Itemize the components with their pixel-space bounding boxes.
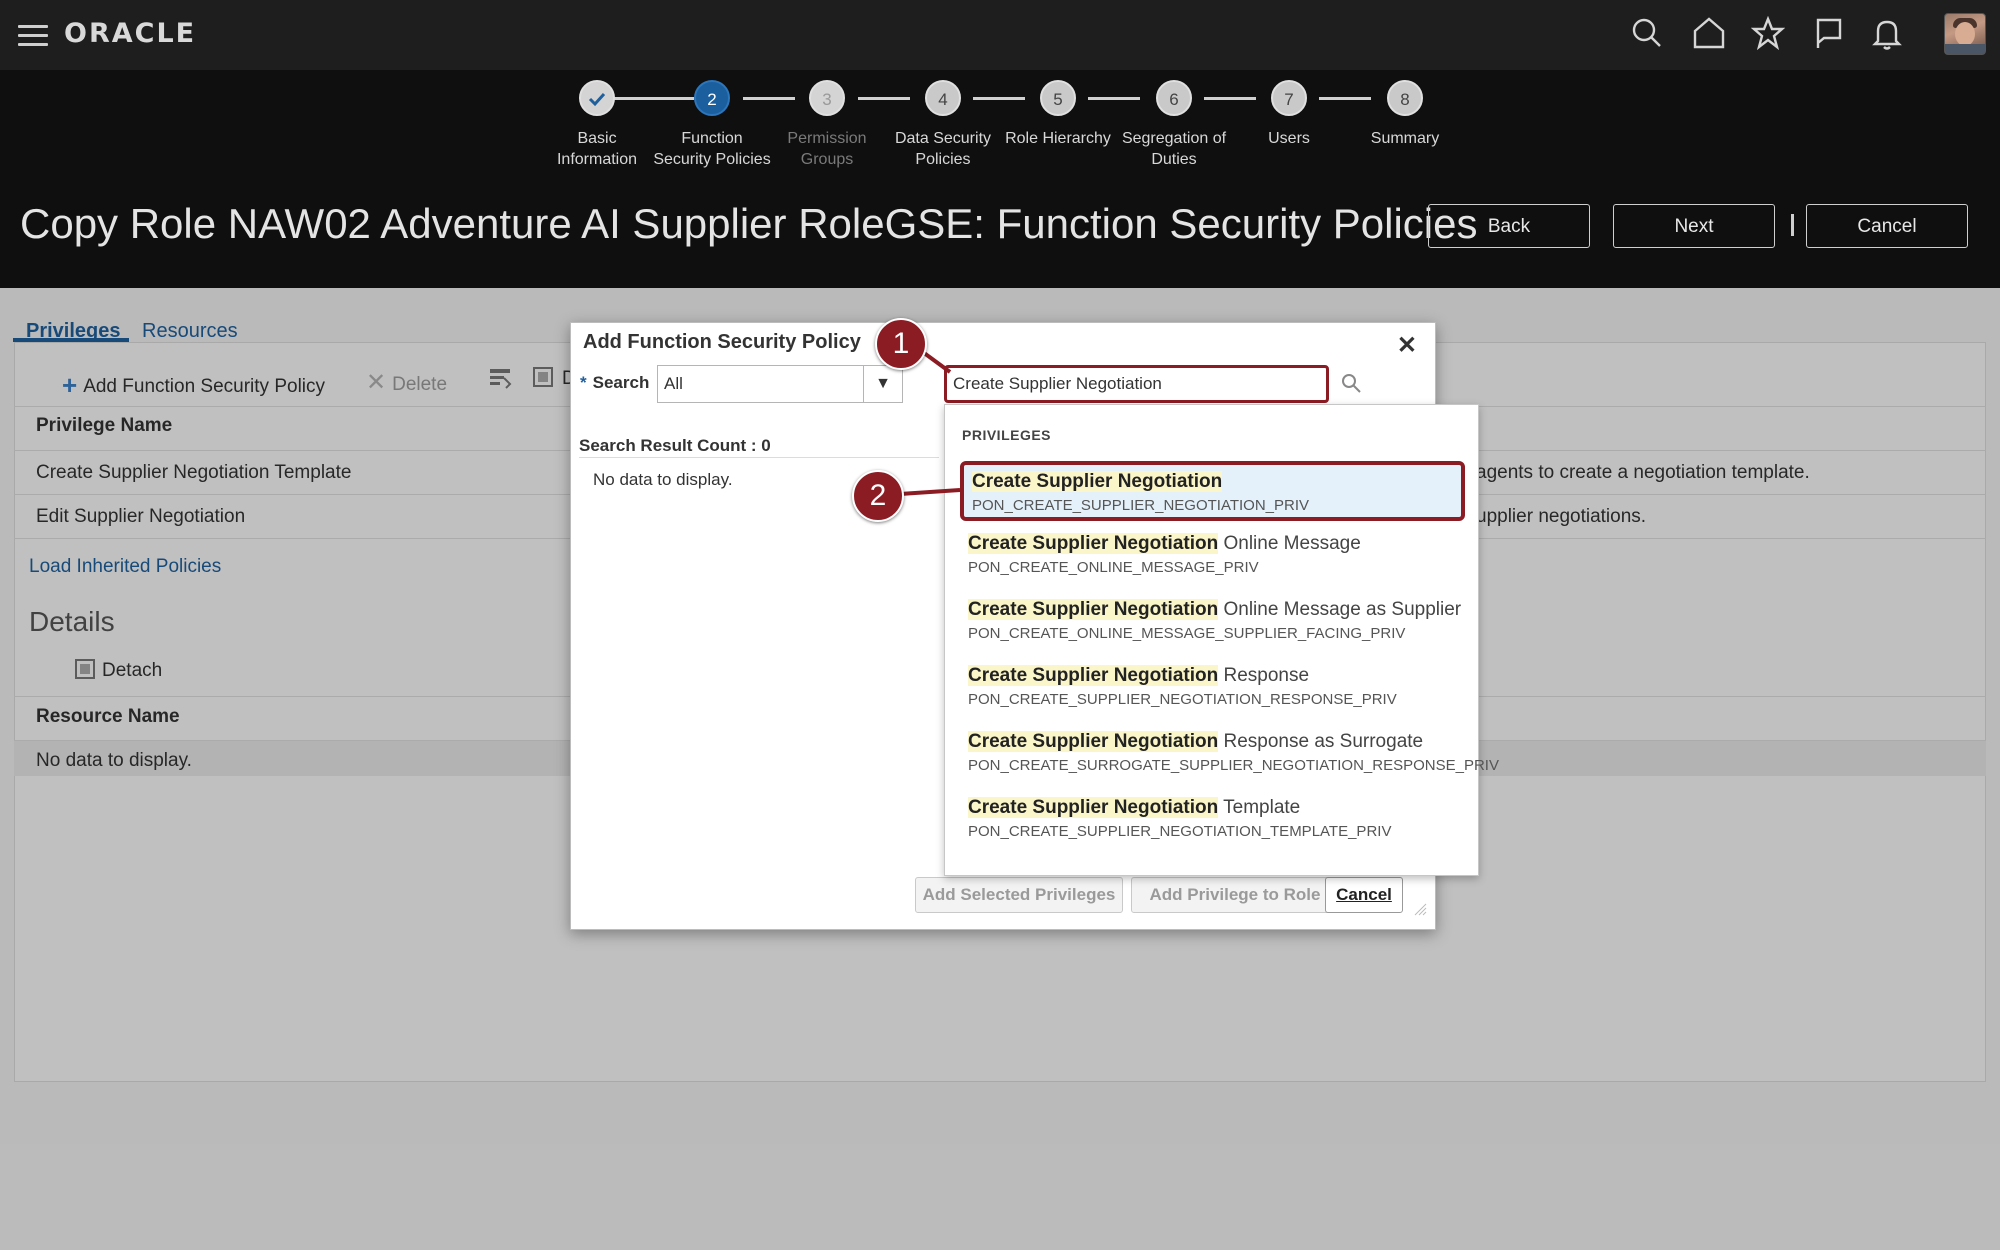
callout-connectors: [899, 348, 961, 496]
callout-2: 2: [852, 470, 904, 522]
callout-1: 1: [875, 318, 927, 370]
